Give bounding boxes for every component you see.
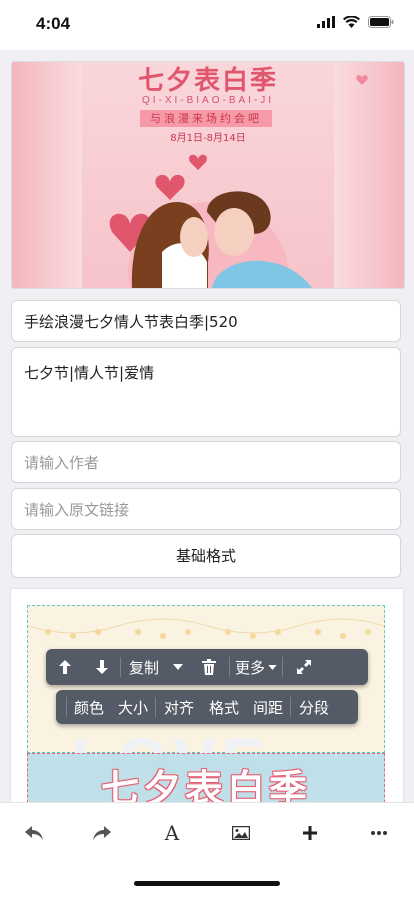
poster-title-block[interactable]: 七夕表白季 — [27, 753, 385, 809]
more-label: 更多 — [234, 658, 265, 677]
more-options-button[interactable] — [364, 821, 394, 845]
more-button[interactable]: 更多 — [230, 649, 282, 685]
undo-button[interactable] — [19, 821, 49, 845]
caret-down-icon — [173, 664, 183, 670]
status-time: 4:04 — [36, 14, 71, 33]
battery-icon — [368, 16, 394, 28]
tags-textarea[interactable]: 七夕节|情人节|爱情 — [11, 347, 401, 437]
delete-button[interactable] — [189, 649, 229, 685]
redo-button[interactable] — [87, 821, 117, 845]
copy-button[interactable]: 复制 — [121, 649, 167, 685]
basic-format-button[interactable]: 基础格式 — [11, 534, 401, 578]
caret-down-icon — [268, 664, 277, 670]
status-bar: 4:04 — [0, 0, 414, 50]
block-toolbar: 复制 更多 — [46, 649, 368, 685]
align-button[interactable]: 对齐 — [156, 690, 202, 724]
redo-icon — [93, 826, 111, 840]
copy-dropdown-button[interactable] — [167, 649, 189, 685]
image-button[interactable] — [226, 821, 256, 845]
plus-icon — [303, 826, 317, 840]
format-label: 格式 — [208, 698, 239, 717]
ellipsis-icon — [371, 831, 387, 835]
spacing-label: 间距 — [252, 698, 283, 717]
copy-label: 复制 — [128, 658, 159, 677]
home-indicator — [134, 881, 280, 886]
arrow-down-icon — [96, 660, 108, 674]
link-placeholder: 请输入原文链接 — [24, 501, 130, 519]
signal-icon — [317, 16, 335, 28]
couple-illustration — [109, 75, 368, 288]
title-input[interactable]: 手绘浪漫七夕情人节表白季|520 — [11, 300, 401, 342]
move-down-button[interactable] — [84, 649, 120, 685]
status-icons — [317, 16, 394, 28]
align-label: 对齐 — [163, 698, 194, 717]
add-button[interactable] — [295, 821, 325, 845]
expand-button[interactable] — [283, 649, 325, 685]
link-input[interactable]: 请输入原文链接 — [11, 488, 401, 530]
size-label: 大小 — [117, 698, 148, 717]
format-button[interactable]: 格式 — [202, 690, 246, 724]
undo-icon — [25, 826, 43, 840]
tags-value: 七夕节|情人节|爱情 — [24, 364, 155, 382]
text-button[interactable]: A — [157, 821, 187, 845]
spacing-button[interactable]: 间距 — [246, 690, 290, 724]
cover-image[interactable]: 七夕表白季 QI-XI-BIAO-BAI-JI 与浪漫来场约会吧 8月1日-8月… — [11, 61, 405, 289]
text-style-toolbar: 颜色 大小 对齐 格式 间距 分段 — [56, 690, 358, 724]
wifi-icon — [343, 16, 360, 28]
paragraph-button[interactable]: 分段 — [291, 690, 337, 724]
title-input-value: 手绘浪漫七夕情人节表白季|520 — [24, 313, 238, 331]
color-label: 颜色 — [73, 698, 104, 717]
paragraph-label: 分段 — [298, 698, 329, 717]
image-icon — [232, 826, 250, 840]
move-up-button[interactable] — [46, 649, 84, 685]
expand-icon — [297, 660, 311, 674]
text-format-icon: A — [164, 821, 180, 845]
size-button[interactable]: 大小 — [111, 690, 155, 724]
arrow-up-icon — [59, 660, 71, 674]
color-button[interactable]: 颜色 — [67, 690, 111, 724]
trash-icon — [202, 659, 216, 675]
author-placeholder: 请输入作者 — [24, 454, 100, 472]
author-input[interactable]: 请输入作者 — [11, 441, 401, 483]
